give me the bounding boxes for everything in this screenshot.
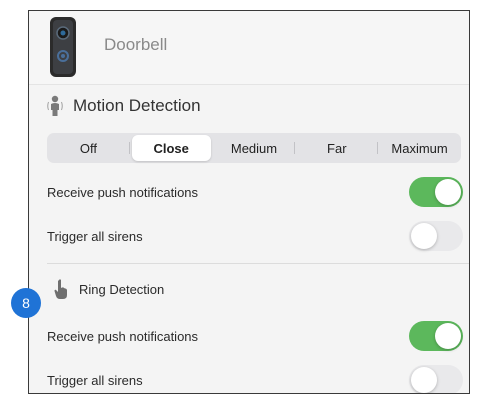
motion-push-notifications-row: Receive push notifications: [47, 175, 463, 209]
doorbell-settings-panel: Doorbell Motion Detection Off Close Medi…: [28, 10, 470, 394]
toggle-knob: [435, 323, 461, 349]
range-option-far[interactable]: Far: [297, 135, 378, 161]
ring-push-notifications-toggle[interactable]: [409, 321, 463, 351]
doorbell-icon: [50, 17, 76, 77]
range-option-close[interactable]: Close: [131, 135, 211, 161]
motion-detection-title: Motion Detection: [73, 96, 201, 115]
range-option-medium[interactable]: Medium: [215, 135, 296, 161]
toggle-knob: [411, 223, 437, 249]
motion-push-notifications-label: Receive push notifications: [47, 184, 199, 200]
ring-push-notifications-label: Receive push notifications: [47, 328, 199, 344]
hand-pointer-icon: [54, 279, 67, 299]
motion-trigger-sirens-toggle[interactable]: [409, 221, 463, 251]
motion-range-selector: Off Close Medium Far Maximum: [47, 133, 461, 163]
ring-push-notifications-row: Receive push notifications: [47, 319, 463, 353]
motion-trigger-sirens-label: Trigger all sirens: [47, 228, 143, 244]
device-header: Doorbell: [29, 11, 469, 85]
ring-trigger-sirens-toggle[interactable]: [409, 365, 463, 393]
ring-detection-header: Ring Detection: [53, 278, 164, 300]
person-icon: [47, 95, 63, 116]
device-name: Doorbell: [104, 35, 168, 54]
motion-push-notifications-toggle[interactable]: [409, 177, 463, 207]
ring-detection-title: Ring Detection: [79, 281, 165, 297]
ring-trigger-sirens-row: Trigger all sirens: [47, 363, 463, 393]
section-divider: [47, 263, 469, 264]
range-option-off[interactable]: Off: [49, 135, 130, 161]
toggle-knob: [411, 367, 437, 393]
ring-trigger-sirens-label: Trigger all sirens: [47, 372, 143, 388]
motion-detection-header: Motion Detection: [47, 95, 201, 117]
callout-badge: 8: [11, 288, 41, 318]
range-option-maximum[interactable]: Maximum: [380, 135, 459, 161]
toggle-knob: [435, 179, 461, 205]
motion-trigger-sirens-row: Trigger all sirens: [47, 219, 463, 253]
